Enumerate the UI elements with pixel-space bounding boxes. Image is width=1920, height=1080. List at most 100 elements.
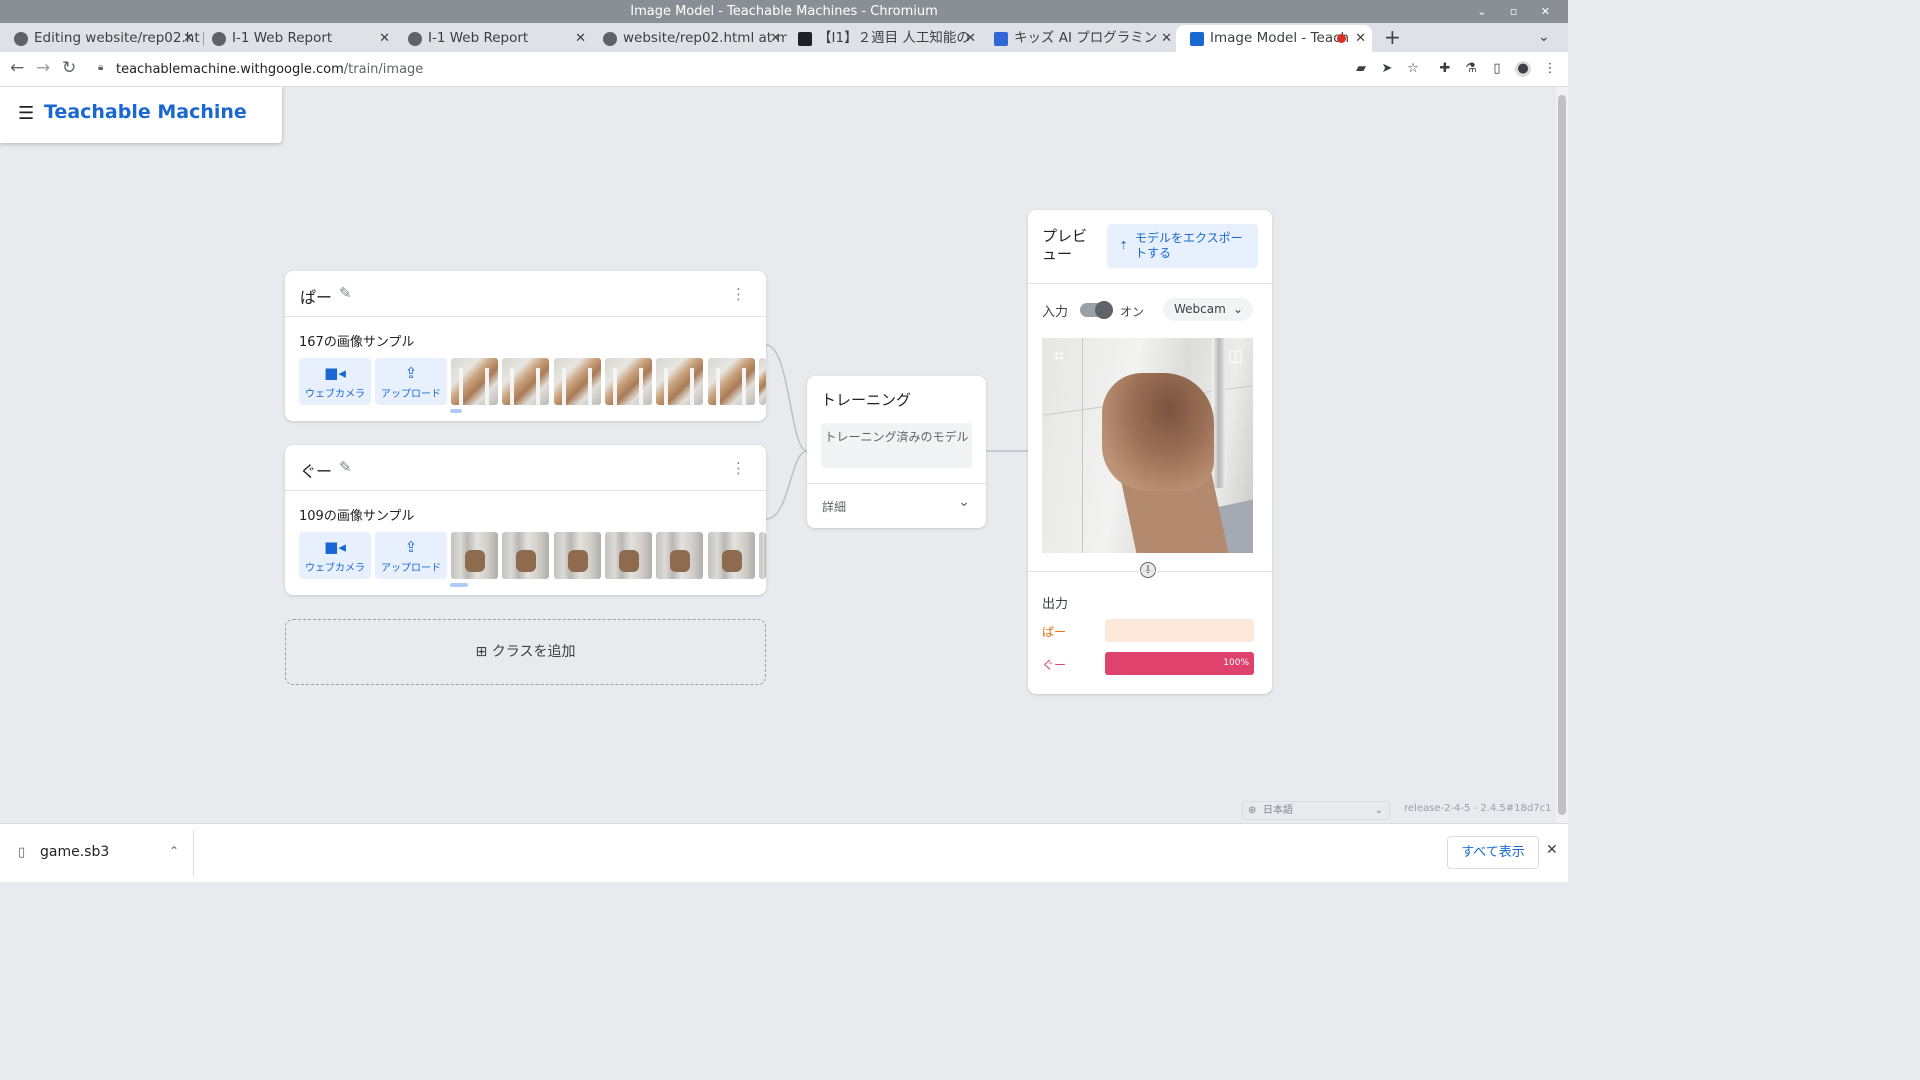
sample-image[interactable] [708,358,755,405]
browser-menu-icon[interactable]: ⋮ [1542,61,1558,77]
back-icon[interactable]: ← [10,58,24,78]
divider [1028,571,1272,572]
recording-icon [1337,34,1346,43]
address-bar[interactable]: 🔒︎ teachablemachine.withgoogle.com/train… [88,56,1424,83]
download-item[interactable]: ▯ game.sb3 ⌃ [14,838,192,868]
tab-close-icon[interactable]: ✕ [1161,25,1172,52]
tab-i1-web-report-2[interactable]: I-1 Web Report ✕ [394,25,592,52]
side-panel-icon[interactable]: ▯ [1489,61,1505,77]
sample-image[interactable] [759,532,766,579]
tab-close-icon[interactable]: ✕ [965,25,976,52]
input-source-value: Webcam [1174,302,1226,316]
brand-title[interactable]: Teachable Machine [44,101,247,123]
video-camera-icon: ■◂ [324,538,346,556]
preview-title: プレビュー [1042,227,1088,263]
input-toggle[interactable] [1080,301,1113,319]
tab-title: Editing website/rep02.ht [34,30,200,46]
url-text: teachablemachine.withgoogle.com/train/im… [116,56,423,83]
chevron-up-icon[interactable]: ⌃ [169,844,179,858]
language-select[interactable]: ⊕ 日本語 ⌄ [1242,801,1390,820]
preview-card: プレビュー ⇡ モデルをエクスポートする 入力 オン Webcam ⌄ ⌗ ◫ … [1028,210,1272,694]
tab-github-rep02[interactable]: website/rep02.html at m ✕ [589,25,787,52]
upload-button[interactable]: ⇪ アップロード [375,532,447,579]
webcam-preview: ⌗ ◫ [1042,338,1253,553]
class-name[interactable]: ぐー [300,458,332,482]
webcam-button[interactable]: ■◂ ウェブカメラ [299,532,371,579]
class-card-gu: ぐー ✎ ⋮ 109の画像サンプル ■◂ ウェブカメラ ⇪ アップロード [285,445,766,595]
confidence-percent: 100% [1223,658,1249,668]
close-icon[interactable]: ✕ [1546,842,1558,858]
webcam-button[interactable]: ■◂ ウェブカメラ [299,358,371,405]
new-tab-icon[interactable]: + [1384,23,1401,52]
arrow-down-icon: ↓ [1140,562,1156,578]
tab-close-icon[interactable]: ✕ [183,25,194,52]
reload-icon[interactable]: ↻ [62,58,76,78]
more-options-icon[interactable]: ⋮ [731,285,746,303]
tab-teachable-machine[interactable]: Image Model - Teach ✕ [1176,25,1372,52]
samples-scroll-indicator[interactable] [450,583,468,587]
webcam-label: ウェブカメラ [305,563,365,574]
tab-editing-rep02[interactable]: Editing website/rep02.ht ✕ [0,25,200,52]
language-value: 日本語 [1263,805,1293,816]
export-model-button[interactable]: ⇡ モデルをエクスポートする [1107,224,1258,268]
sample-image[interactable] [502,532,549,579]
sample-image[interactable] [708,532,755,579]
forward-icon[interactable]: → [36,58,50,78]
profile-icon[interactable]: ● [1515,61,1531,77]
sample-image[interactable] [451,358,498,405]
add-class-button[interactable]: ⊞ クラスを追加 [285,619,766,685]
upload-icon: ⇪ [404,538,418,556]
release-version: release-2-4-5 - 2.4.5#18d7c1 [1404,803,1552,814]
tab-close-icon[interactable]: ✕ [770,25,781,52]
flip-icon[interactable]: ◫ [1228,346,1243,365]
tab-kids-ai[interactable]: キッズ AI プログラミン ✕ [980,25,1178,52]
upload-button[interactable]: ⇪ アップロード [375,358,447,405]
edit-pencil-icon[interactable]: ✎ [339,458,352,476]
window-controls[interactable]: ⌄ ▫ ✕ [1477,0,1560,23]
extensions-icon[interactable]: ✚ [1437,61,1453,77]
toggle-state-label: オン [1120,305,1145,319]
sample-image[interactable] [451,532,498,579]
share-icon[interactable]: ➤ [1379,61,1395,77]
sample-image[interactable] [605,532,652,579]
export-icon: ⇡ [1119,239,1129,252]
samples-scroll-indicator[interactable] [450,409,462,413]
hamburger-menu-icon[interactable]: ☰ [18,103,34,124]
window-title: Image Model - Teachable Machines - Chrom… [630,4,938,19]
sample-image[interactable] [554,532,601,579]
page-scrollbar[interactable] [1556,87,1568,823]
tab-title: 【I1】２週目 人工知能の [818,30,970,46]
scrollbar-thumb[interactable] [1558,95,1566,815]
webcam-label: ウェブカメラ [305,389,365,400]
camera-in-use-icon[interactable]: ▰ [1353,61,1369,77]
crop-icon[interactable]: ⌗ [1054,346,1064,367]
tab-close-icon[interactable]: ✕ [379,25,390,52]
tab-search-icon[interactable]: ⌄ [1538,23,1550,52]
tab-close-icon[interactable]: ✕ [1355,25,1366,52]
more-options-icon[interactable]: ⋮ [731,459,746,477]
site-icon [994,32,1008,46]
edit-pencil-icon[interactable]: ✎ [339,284,352,302]
background-pole [1212,338,1226,488]
divider [193,830,194,877]
input-source-select[interactable]: Webcam ⌄ [1163,298,1253,321]
lab-icon[interactable]: ⚗ [1463,61,1479,77]
tab-ai-week2[interactable]: 【I1】２週目 人工知能の ✕ [784,25,982,52]
tab-close-icon[interactable]: ✕ [575,25,586,52]
github-icon [603,32,617,46]
show-all-button[interactable]: すべて表示 [1447,836,1539,869]
advanced-toggle[interactable]: 詳細 ⌄ [807,483,986,528]
sample-image[interactable] [759,358,766,405]
train-model-button[interactable]: トレーニング済みのモデル [821,423,972,468]
chevron-down-icon: ⌄ [1374,805,1383,816]
confidence-bar [1105,619,1254,642]
sample-image[interactable] [656,358,703,405]
sample-image[interactable] [605,358,652,405]
tab-i1-web-report-1[interactable]: I-1 Web Report ✕ [198,25,396,52]
sample-image[interactable] [502,358,549,405]
video-camera-icon: ■◂ [324,364,346,382]
bookmark-star-icon[interactable]: ☆ [1405,61,1421,77]
sample-image[interactable] [656,532,703,579]
sample-image[interactable] [554,358,601,405]
class-name[interactable]: ぱー [300,284,332,308]
